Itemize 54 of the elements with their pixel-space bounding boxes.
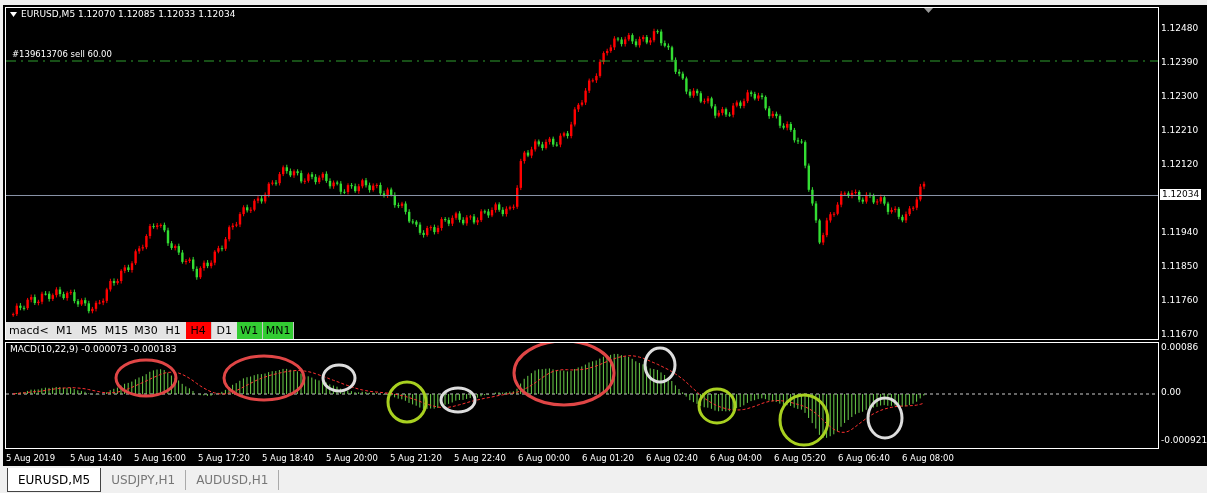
time-tick: 5 Aug 16:00 [134, 452, 187, 463]
period-button[interactable]: M30 [131, 322, 161, 339]
time-tick: 5 Aug 20:00 [326, 452, 379, 463]
period-button[interactable]: M1 [51, 322, 77, 339]
annotation-circle [697, 387, 737, 425]
annotation-circle [643, 346, 677, 384]
time-tick: 6 Aug 01:20 [582, 452, 635, 463]
annotation-circle [778, 393, 830, 447]
chart-title-text: EURUSD,M5 1.12070 1.12085 1.12033 1.12034 [21, 9, 236, 19]
period-button[interactable]: MN1 [262, 322, 295, 339]
macd-tick: -0.000921 [1161, 435, 1207, 446]
time-tick: 5 Aug 14:40 [70, 452, 123, 463]
time-tick: 6 Aug 04:00 [710, 452, 763, 463]
current-price-label: 1.12034 [1160, 189, 1202, 201]
period-button[interactable]: H4 [185, 322, 212, 339]
time-tick: 5 Aug 17:20 [198, 452, 251, 463]
price-tick: 1.11670 [1161, 329, 1199, 340]
dropdown-icon[interactable] [10, 11, 17, 17]
macd-title: MACD(10,22,9) -0.000073 -0.000183 [10, 344, 177, 354]
period-button[interactable]: M15 [101, 322, 132, 339]
indicator-label: macd< [8, 323, 50, 339]
period-button[interactable]: D1 [211, 322, 237, 339]
time-tick: 6 Aug 08:00 [902, 452, 955, 463]
chart-tab[interactable]: AUDUSD,H1 [186, 470, 280, 490]
price-tick: 1.12300 [1161, 91, 1199, 102]
time-tick: 5 Aug 2019 [6, 452, 57, 463]
time-tick: 6 Aug 00:00 [518, 452, 571, 463]
price-tick: 1.12480 [1161, 23, 1199, 34]
annotation-circle [386, 380, 428, 424]
time-tick: 5 Aug 18:40 [262, 452, 315, 463]
price-tick: 1.11940 [1161, 227, 1199, 238]
period-button[interactable]: H1 [160, 322, 186, 339]
price-tick: 1.11760 [1161, 295, 1199, 306]
time-tick: 5 Aug 22:40 [454, 452, 507, 463]
period-button[interactable]: W1 [236, 322, 263, 339]
price-tick: 1.12210 [1161, 125, 1199, 136]
macd-tick: 0.00 [1161, 387, 1182, 398]
time-tick: 6 Aug 06:40 [838, 452, 891, 463]
period-button[interactable]: M5 [76, 322, 102, 339]
shift-marker-icon[interactable] [924, 8, 933, 13]
time-tick: 6 Aug 05:20 [774, 452, 827, 463]
annotation-circle [114, 358, 178, 398]
macd-tick: 0.00086 [1161, 342, 1199, 353]
chart-tab[interactable]: USDJPY,H1 [101, 470, 187, 490]
time-tick: 6 Aug 02:40 [646, 452, 699, 463]
annotation-circle [321, 363, 357, 393]
time-tick: 5 Aug 21:20 [390, 452, 443, 463]
chart-tab[interactable]: EURUSD,M5 [7, 468, 102, 492]
price-tick: 1.11850 [1161, 261, 1199, 272]
annotation-circle [866, 396, 904, 440]
annotation-circle [439, 386, 477, 414]
order-label: #139613706 sell 60.00 [12, 49, 112, 59]
price-tick: 1.12120 [1161, 159, 1199, 170]
price-tick: 1.12390 [1161, 57, 1199, 68]
